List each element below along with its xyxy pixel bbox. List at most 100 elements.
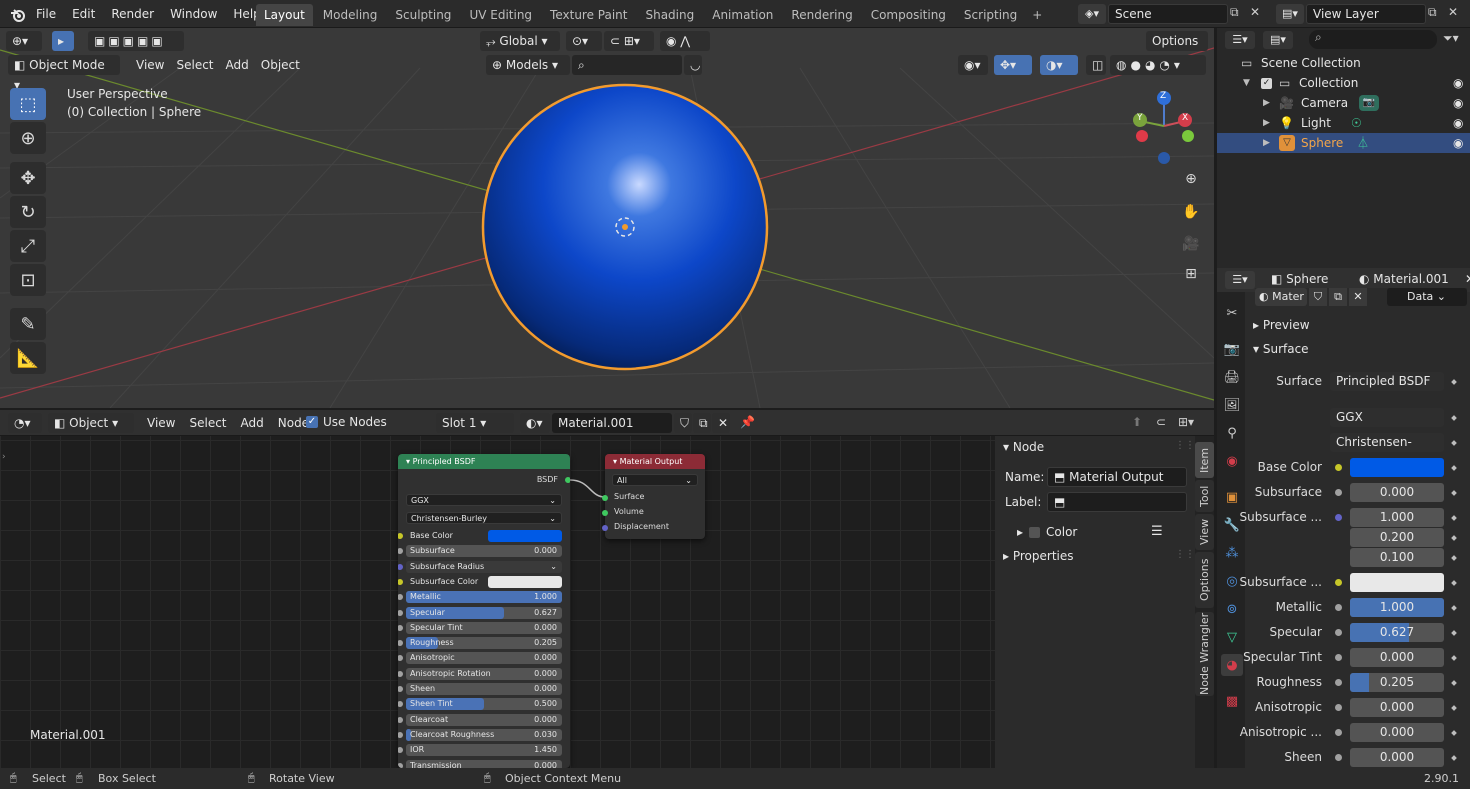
outliner-row-sphere[interactable]: ▶ ▽ Sphere ⏃ ◉ (1217, 133, 1470, 153)
light-data-icon[interactable]: ☉ (1351, 113, 1362, 133)
viewport-search-input[interactable]: ⌕ (572, 55, 682, 75)
input-socket[interactable] (398, 594, 403, 601)
subsurface-radius-field[interactable]: 0.200 (1350, 528, 1444, 547)
property-value-field[interactable]: 0.000 (1350, 698, 1444, 717)
distribution-dropdown[interactable]: GGX ⌄ (406, 494, 562, 506)
properties-editor-type-icon[interactable]: ☰▾ (1225, 271, 1255, 289)
bsdf-input-row[interactable]: Metallic 1.000 (406, 591, 562, 604)
tab-options[interactable]: Options (1195, 552, 1214, 608)
visibility-eye-icon[interactable]: ◉ (1453, 73, 1463, 93)
mode-dropdown[interactable]: ◧ Object Mode ▾ (8, 55, 120, 92)
node-color-subpanel[interactable]: ▸ Color (1017, 525, 1077, 539)
ne-menu-add[interactable]: Add (234, 413, 271, 433)
input-socket[interactable] (1335, 514, 1342, 521)
color-checkbox[interactable] (1029, 526, 1041, 538)
select-tool-mode-icon[interactable]: ▸ (52, 31, 74, 51)
input-socket[interactable] (1335, 754, 1342, 761)
subsurface-method-dropdown[interactable]: Christensen-Burley ⌄ (406, 512, 562, 524)
node-tree-type-dropdown[interactable]: ◧ Object ▾ (48, 413, 134, 433)
visibility-eye-icon[interactable]: ◉ (1453, 113, 1463, 133)
shading-modes-icon[interactable]: ◍●◕◔▾ (1110, 55, 1206, 75)
bsdf-output-socket[interactable] (565, 477, 570, 483)
bsdf-input-row[interactable]: Subsurface Color (406, 575, 562, 588)
scene-field[interactable]: Scene (1108, 4, 1228, 24)
output-target-dropdown[interactable]: All ⌄ (612, 474, 698, 486)
menu-window[interactable]: Window (162, 0, 225, 28)
delete-scene-icon[interactable]: ✕ (1250, 5, 1264, 23)
close-icon[interactable]: ✕ (1465, 272, 1470, 286)
particles-tab-icon[interactable]: ⁂ (1221, 542, 1243, 564)
overlays-toggle-icon[interactable]: ◑▾ (1040, 55, 1078, 75)
scene-browse-icon[interactable]: ◈▾ (1078, 4, 1106, 24)
selection-modes-icon[interactable]: ▣▣▣▣▣ (88, 31, 184, 51)
bsdf-input-row[interactable]: IOR 1.450 (406, 744, 562, 757)
output-tab-icon[interactable]: 🖨 (1221, 366, 1243, 388)
subsurface-color-swatch[interactable] (1350, 573, 1444, 592)
tab-texture-paint[interactable]: Texture Paint (542, 4, 635, 26)
view-layer-tab-icon[interactable]: 🖼 (1221, 394, 1243, 416)
duplicate-material-icon[interactable]: ⧉ (693, 413, 711, 433)
input-socket[interactable] (1335, 604, 1342, 611)
new-scene-icon[interactable]: ⧉ (1230, 5, 1246, 23)
menu-edit[interactable]: Edit (64, 0, 103, 28)
display-mode-icon[interactable]: ▤▾ (1263, 31, 1293, 49)
visibility-icon[interactable]: ◉▾ (958, 55, 988, 75)
bsdf-input-row[interactable]: Subsurface Radius ⌄ (406, 560, 562, 573)
move-tool-icon[interactable]: ✥ (10, 162, 46, 194)
models-dropdown[interactable]: ⊕ Models ▾ (486, 55, 570, 75)
tab-view[interactable]: View (1195, 514, 1214, 550)
mesh-data-icon[interactable]: ⏃ (1357, 133, 1369, 153)
color-swatch[interactable] (488, 575, 562, 588)
viewport-menu-add[interactable]: Add (220, 55, 255, 75)
input-socket[interactable] (1335, 654, 1342, 661)
tab-tool[interactable]: Tool (1195, 480, 1214, 512)
unlink-material-icon[interactable]: ✕ (712, 413, 730, 433)
volume-input-socket[interactable] (602, 510, 608, 516)
property-value-field[interactable]: 0.205 (1350, 673, 1444, 692)
world-tab-icon[interactable]: ◉ (1221, 450, 1243, 472)
tab-scripting[interactable]: Scripting (956, 4, 1025, 26)
menu-file[interactable]: File (28, 0, 64, 28)
input-socket[interactable] (398, 716, 403, 723)
material-output-node[interactable]: ▾ Material Output All ⌄ Surface Volume Di… (602, 454, 705, 539)
node-properties-header[interactable]: ▸ Properties (1003, 549, 1074, 563)
tab-sculpting[interactable]: Sculpting (387, 4, 459, 26)
input-socket[interactable] (398, 548, 403, 555)
cursor-tool-icon[interactable]: ⊕ (10, 122, 46, 154)
measure-tool-icon[interactable]: 📐 (10, 342, 46, 374)
input-socket[interactable] (398, 747, 403, 754)
snap-element-icon[interactable]: ⊞▾ (1178, 415, 1194, 429)
bsdf-input-row[interactable]: Sheen 0.000 (406, 683, 562, 695)
tab-rendering[interactable]: Rendering (783, 4, 860, 26)
input-socket[interactable] (398, 578, 403, 585)
viewport-search-options-icon[interactable]: ◡ (684, 55, 702, 75)
outliner-row-scene-collection[interactable]: ▭ Scene Collection (1217, 53, 1470, 73)
surface-panel-header[interactable]: ▾ Surface (1253, 342, 1309, 356)
bsdf-input-row[interactable]: Anisotropic 0.000 (406, 652, 562, 665)
outliner-row-collection[interactable]: ▼ ✓ ▭ Collection ◉ (1217, 73, 1470, 93)
bsdf-input-row[interactable]: Specular Tint 0.000 (406, 621, 562, 634)
subsurface-radius-field[interactable]: 1.000 (1350, 508, 1444, 527)
property-value-field[interactable]: 0.000 (1350, 723, 1444, 742)
scale-tool-icon[interactable]: ⤢ (10, 230, 46, 262)
data-tab-icon[interactable]: ▽ (1221, 626, 1243, 648)
xray-toggle-icon[interactable]: ◫ (1086, 55, 1106, 75)
tab-modeling[interactable]: Modeling (315, 4, 386, 26)
input-socket[interactable] (398, 686, 403, 692)
camera-view-icon[interactable]: 🎥 (1180, 236, 1202, 258)
input-socket[interactable] (398, 609, 403, 616)
select-box-tool-icon[interactable]: ⬚ (10, 88, 46, 120)
expand-arrow-icon[interactable]: ▼ (1243, 73, 1250, 93)
outliner-editor-type-icon[interactable]: ☰▾ (1225, 31, 1255, 49)
tab-uv-editing[interactable]: UV Editing (461, 4, 540, 26)
expand-arrow-icon[interactable]: ▶ (1263, 133, 1270, 153)
unlink-material-icon[interactable]: ✕ (1349, 288, 1367, 306)
ortho-grid-icon[interactable]: ⊞ (1180, 266, 1202, 288)
bsdf-input-row[interactable]: Transmission 0.000 (406, 759, 562, 768)
displacement-input-socket[interactable] (602, 525, 608, 531)
subsurface-radius-field[interactable]: 0.100 (1350, 548, 1444, 567)
slot-dropdown[interactable]: Slot 1 ▾ (436, 413, 514, 433)
input-socket[interactable] (1335, 629, 1342, 636)
node-section-header[interactable]: ▾ Node (1003, 440, 1044, 454)
bsdf-input-row[interactable]: Clearcoat Roughness 0.030 (406, 728, 562, 741)
